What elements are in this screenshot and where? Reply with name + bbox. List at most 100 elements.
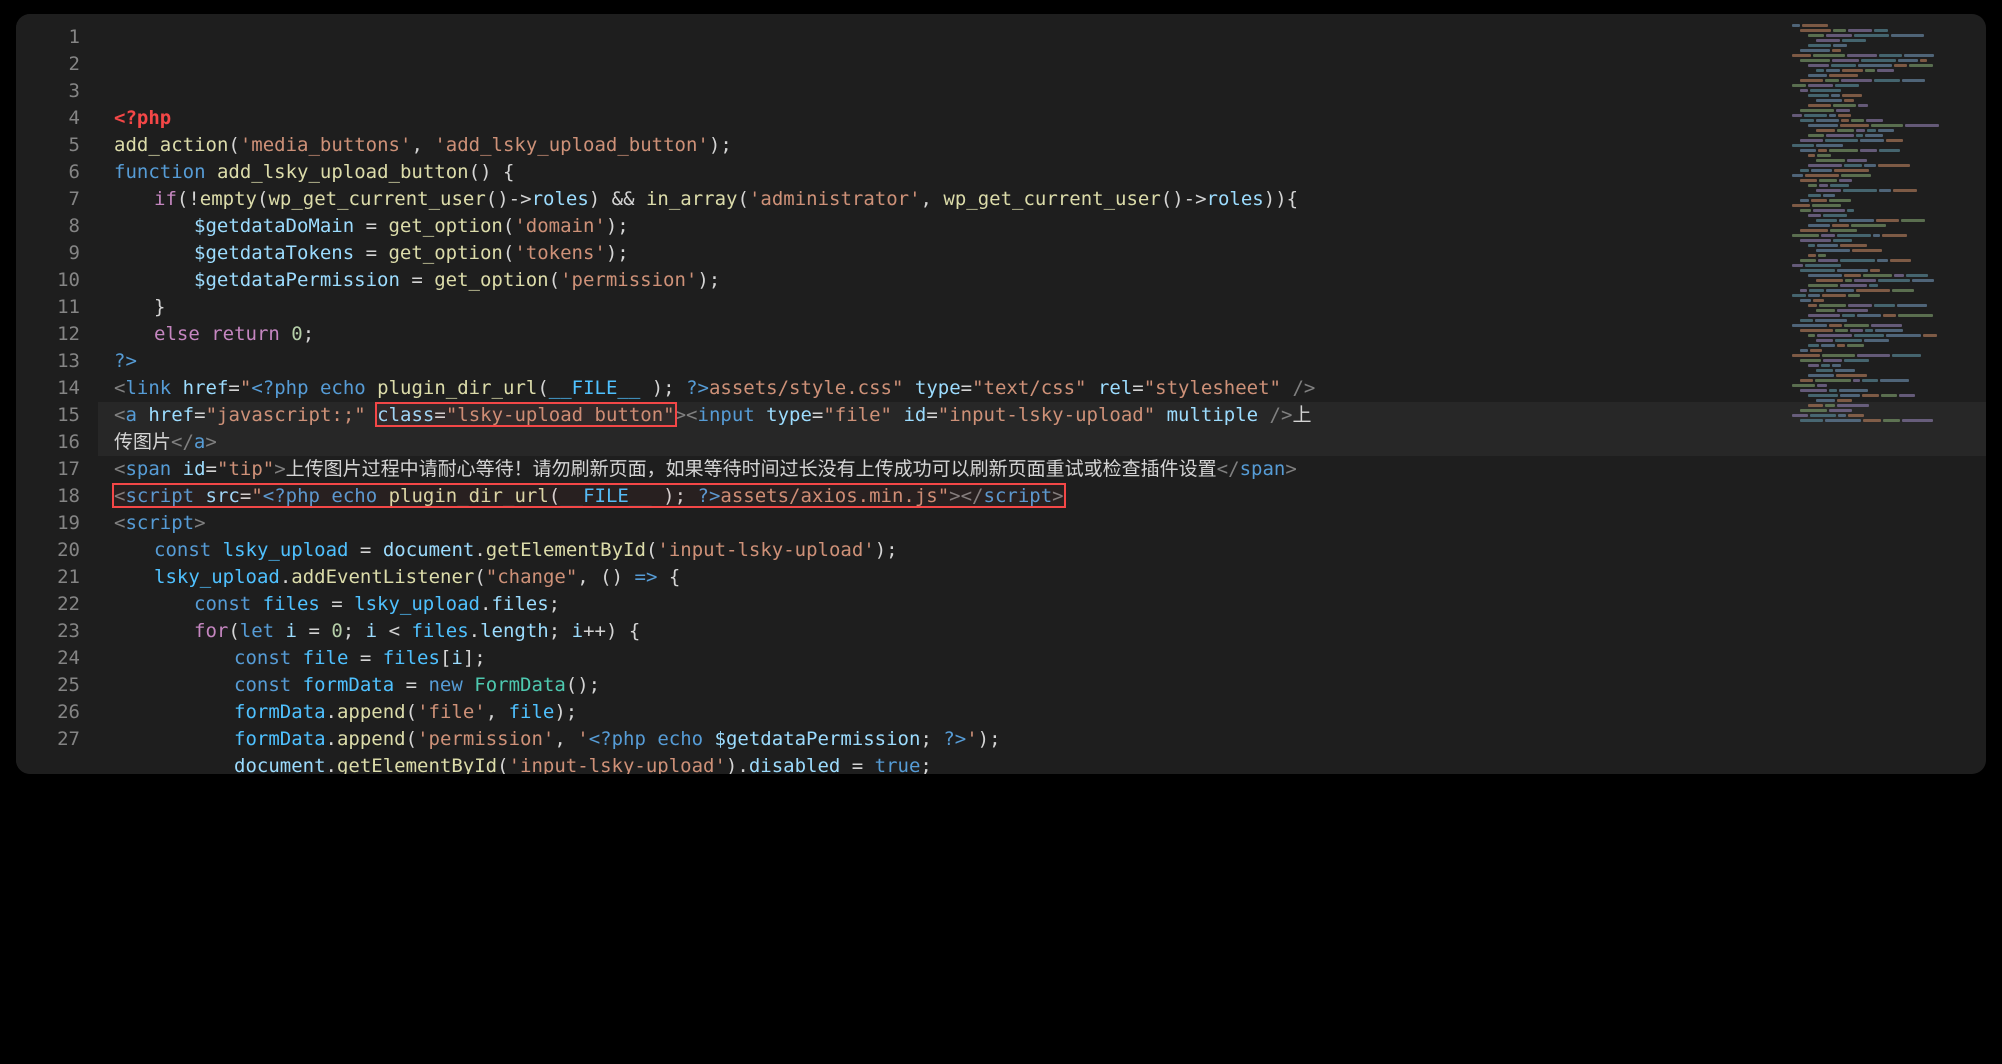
token: }	[154, 296, 165, 318]
token: FormData	[474, 674, 566, 696]
token: 'tokens'	[514, 242, 606, 264]
line-number: 19	[56, 510, 80, 537]
code-line[interactable]: const file = files[i];	[98, 645, 1986, 672]
token: i	[451, 647, 462, 669]
code-line[interactable]: <span id="tip">上传图片过程中请耐心等待！请勿刷新页面，如果等待时…	[98, 456, 1986, 483]
line-number: 12	[56, 321, 80, 348]
token: "tip"	[217, 458, 274, 480]
token: assets/axios.min.js"	[720, 485, 949, 507]
code-line[interactable]: lsky_upload.addEventListener("change", (…	[98, 564, 1986, 591]
token: 上传图片过程中请耐心等待！请勿刷新页面，如果等待时间过长没有上传成功可以刷新页面…	[286, 458, 1217, 480]
token: script	[125, 485, 205, 507]
token: =	[348, 647, 382, 669]
code-line[interactable]: for(let i = 0; i < files.length; i++) {	[98, 618, 1986, 645]
token: ;	[920, 755, 931, 774]
token: document	[234, 755, 326, 774]
token: <	[114, 404, 125, 426]
line-number: 13	[56, 348, 80, 375]
code-area[interactable]: <?phpadd_action('media_buttons', 'add_ls…	[98, 14, 1986, 774]
line-number: 16	[56, 429, 80, 456]
code-line[interactable]: <script src="<?php echo plugin_dir_url(_…	[98, 483, 1986, 510]
token: >	[194, 512, 205, 534]
code-line[interactable]: else return 0;	[98, 321, 1986, 348]
token: <?php	[251, 377, 320, 399]
token: assets/style.css"	[709, 377, 903, 399]
code-line[interactable]: const files = lsky_upload.files;	[98, 591, 1986, 618]
token: for	[194, 620, 228, 642]
token: echo	[320, 377, 377, 399]
code-line[interactable]: <script>	[98, 510, 1986, 537]
code-line[interactable]: formData.append('permission', '<?php ech…	[98, 726, 1986, 753]
code-line[interactable]: const lsky_upload = document.getElementB…	[98, 537, 1986, 564]
token: addEventListener	[291, 566, 474, 588]
token: ?>	[698, 485, 721, 507]
code-line[interactable]: const formData = new FormData();	[98, 672, 1986, 699]
code-line[interactable]: formData.append('file', file);	[98, 699, 1986, 726]
code-line[interactable]: function add_lsky_upload_button() {	[98, 159, 1986, 186]
token: );	[875, 539, 898, 561]
code-line[interactable]: add_action('media_buttons', 'add_lsky_up…	[98, 132, 1986, 159]
code-line[interactable]: <link href="<?php echo plugin_dir_url(__…	[98, 375, 1986, 402]
token: <	[114, 458, 125, 480]
token: span	[125, 458, 182, 480]
token: </	[1217, 458, 1240, 480]
token: append	[337, 701, 406, 723]
token: ;	[549, 620, 572, 642]
code-line[interactable]: ?>	[98, 348, 1986, 375]
token: );	[606, 215, 629, 237]
token: />	[1281, 377, 1315, 399]
line-number: 21	[56, 564, 80, 591]
token: ()	[1161, 188, 1184, 210]
token: ?>	[943, 728, 966, 750]
token: ?>	[686, 377, 709, 399]
token: "change"	[486, 566, 578, 588]
code-line[interactable]: if(!empty(wp_get_current_user()->roles) …	[98, 186, 1986, 213]
token: ) &&	[589, 188, 646, 210]
code-line[interactable]: <a href="javascript:;" class="lsky-uploa…	[98, 402, 1986, 429]
token: id	[183, 458, 206, 480]
token: "	[251, 485, 262, 507]
token: getElementById	[486, 539, 646, 561]
token: "file"	[823, 404, 892, 426]
line-number: 8	[56, 213, 80, 240]
code-line[interactable]: 传图片</a>	[98, 429, 1986, 456]
code-line[interactable]: document.getElementById('input-lsky-uplo…	[98, 753, 1986, 774]
line-number: 25	[56, 672, 80, 699]
token: id	[903, 404, 926, 426]
token: "input-lsky-upload"	[938, 404, 1155, 426]
token: </	[171, 431, 194, 453]
token: (	[406, 701, 417, 723]
token: script	[125, 512, 194, 534]
code-editor[interactable]: 1234567891011121314151617181920212223242…	[16, 14, 1986, 774]
token: lsky_upload	[154, 566, 280, 588]
token: >	[205, 431, 216, 453]
token: =	[394, 674, 428, 696]
token: 'permission'	[560, 269, 697, 291]
token: .	[474, 539, 485, 561]
token: add_lsky_upload_button	[217, 161, 469, 183]
token: ;	[303, 323, 314, 345]
code-line[interactable]: }	[98, 294, 1986, 321]
code-line[interactable]: $getdataDoMain = get_option('domain');	[98, 213, 1986, 240]
line-number: 23	[56, 618, 80, 645]
code-line[interactable]: $getdataPermission = get_option('permiss…	[98, 267, 1986, 294]
code-line[interactable]: $getdataTokens = get_option('tokens');	[98, 240, 1986, 267]
token: =	[961, 377, 972, 399]
token: <	[114, 512, 125, 534]
token: lsky_upload	[354, 593, 480, 615]
token: disabled	[749, 755, 841, 774]
token: =	[1132, 377, 1143, 399]
code-line[interactable]: <?php	[98, 105, 1986, 132]
token: 'add_lsky_upload_button'	[434, 134, 709, 156]
token: script	[984, 485, 1053, 507]
token: ()	[486, 188, 509, 210]
token: length	[480, 620, 549, 642]
token: if	[154, 188, 177, 210]
token: i	[286, 620, 297, 642]
token: $getdataPermission	[715, 728, 921, 750]
token: 上	[1292, 404, 1311, 426]
token: files	[491, 593, 548, 615]
token: ></	[949, 485, 983, 507]
token: .	[480, 593, 491, 615]
token: formData	[303, 674, 395, 696]
